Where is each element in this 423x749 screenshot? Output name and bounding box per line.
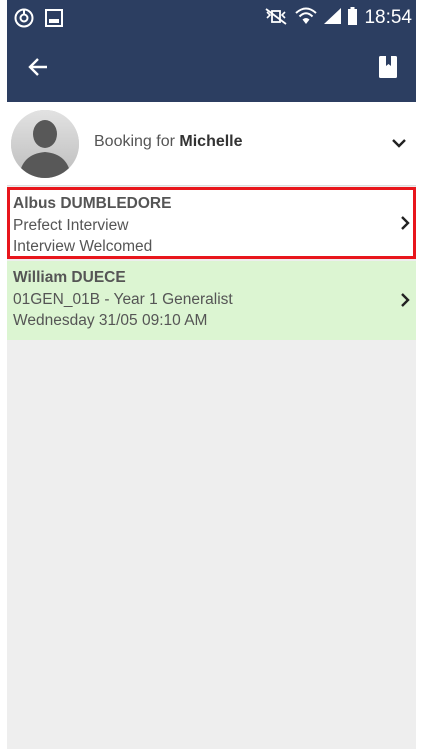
list-item-subtitle: Prefect Interview [13,216,129,234]
arrow-left-icon [27,56,49,82]
book-button[interactable] [372,53,404,85]
list-item-detail: Wednesday 31/05 09:10 AM [13,312,208,329]
list-item-detail: Interview Welcomed [13,238,153,255]
booking-for-name: Michelle [179,133,243,150]
list-item-name: William DUECE [13,269,126,286]
chevron-down-icon[interactable] [390,134,408,152]
status-time: 18:54 [364,7,412,28]
mute-vibrate-icon [263,6,289,30]
booking-for-label: Booking for Michelle [94,133,243,151]
book-icon [377,55,399,83]
app-screen: 18:54 Booking for Michelle Albus DUMBLED… [7,0,416,749]
signal-icon [323,6,343,30]
list-item-subtitle: 01GEN_01B - Year 1 Generalist [13,290,233,308]
list-item-name: Albus DUMBLEDORE [13,195,172,212]
app-bar [7,36,416,102]
status-right-icons: 18:54 [263,0,412,36]
chevron-right-icon [399,291,411,309]
status-left-icons [13,7,64,33]
list-item[interactable]: William DUECE 01GEN_01B - Year 1 General… [7,261,416,340]
status-bar: 18:54 [7,0,416,36]
chevron-right-icon [399,214,411,232]
back-button[interactable] [21,52,55,86]
list-item[interactable]: Albus DUMBLEDORE Prefect Interview Inter… [7,187,416,259]
settings-circle-icon [13,7,35,33]
booking-for-prefix: Booking for [94,133,180,150]
battery-icon [347,6,358,30]
image-icon [44,8,64,32]
booking-selector[interactable]: Booking for Michelle [7,102,416,186]
wifi-icon [295,6,318,30]
avatar [11,110,79,178]
